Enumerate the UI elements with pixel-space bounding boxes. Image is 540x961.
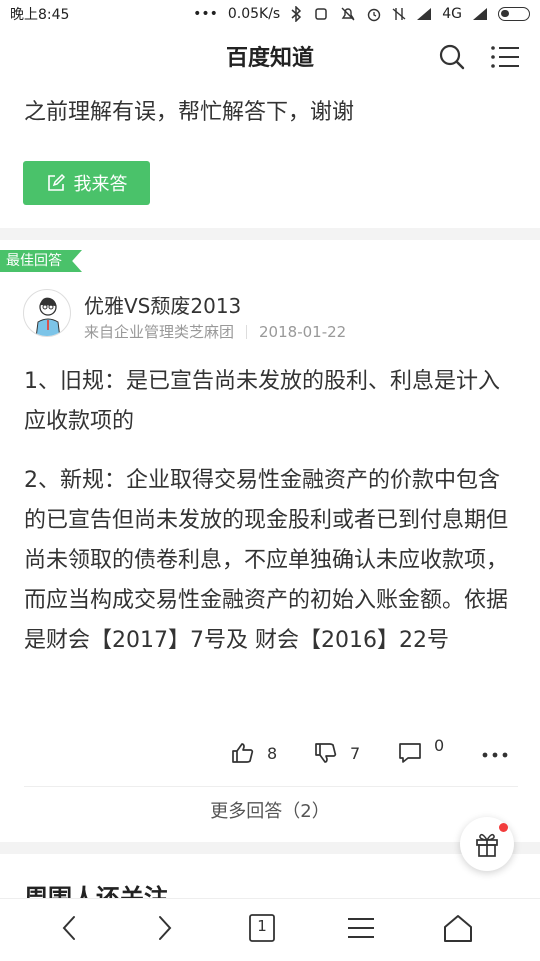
alarm-icon <box>368 8 381 22</box>
dislike-button[interactable]: 7 <box>314 741 360 765</box>
bluetooth-icon <box>291 6 302 22</box>
avatar-illustration <box>35 297 61 336</box>
forward-icon[interactable] <box>146 913 182 943</box>
thumbs-down-icon <box>315 743 337 763</box>
search-icon[interactable] <box>438 43 466 71</box>
notification-dot <box>499 823 508 832</box>
comment-count: 0 <box>434 735 445 755</box>
answer-button-label: 我来答 <box>73 174 128 195</box>
like-button[interactable]: 8 <box>231 741 277 765</box>
tab-count: 1 <box>257 917 267 935</box>
network-type: 4G <box>442 6 462 22</box>
best-answer-tag: 最佳回答 <box>0 250 82 272</box>
more-dots-icon: ••• <box>193 6 218 22</box>
status-bar: 晚上8:45 ••• 0.05K/s 4G <box>0 0 540 28</box>
answer-date: 2018-01-22 <box>259 322 347 341</box>
related-section-title: 周围人还关注 <box>24 884 168 898</box>
section-divider <box>0 228 540 240</box>
signal-icon <box>417 8 432 20</box>
answer-paragraph-2: 2、新规：企业取得交易性金融资产的价款中包含的已宣告但尚未发放的现金股利或者已到… <box>24 468 509 653</box>
meta-separator <box>246 324 248 339</box>
comment-button[interactable]: 0 <box>398 736 444 765</box>
menu-icon[interactable] <box>490 43 520 71</box>
battery-icon <box>498 7 530 21</box>
dislike-count: 7 <box>350 743 361 763</box>
status-icons: ••• 0.05K/s 4G <box>193 6 530 22</box>
answer-actions: 8 7 0 <box>0 735 540 775</box>
app-header: 百度知道 <box>0 28 540 84</box>
gift-button[interactable] <box>460 817 514 871</box>
answer-source[interactable]: 来自企业管理类芝麻团 <box>84 321 234 342</box>
data-off-icon <box>392 8 406 20</box>
tabs-button[interactable]: 1 <box>244 913 280 943</box>
actions-divider <box>24 786 518 787</box>
username[interactable]: 优雅VS颓废2013 <box>84 290 241 319</box>
more-dots-horizontal-icon <box>482 752 508 758</box>
hamburger-menu-icon[interactable] <box>343 913 379 943</box>
network-speed: 0.05K/s <box>227 6 281 22</box>
mute-icon <box>341 7 355 21</box>
bottom-navigation: 1 <box>0 898 540 961</box>
comment-icon <box>399 743 421 763</box>
answer-meta: 来自企业管理类芝麻团 2018-01-22 <box>84 321 346 342</box>
answer-paragraph-1: 1、旧规：是已宣告尚未发放的股利、利息是计入应收款项的 <box>24 369 500 434</box>
vibrate-icon <box>315 8 327 20</box>
signal-icon-2 <box>473 8 487 20</box>
section-divider-2 <box>0 842 540 854</box>
avatar[interactable] <box>23 289 71 337</box>
more-answers-link[interactable]: 更多回答（2） <box>0 797 540 823</box>
status-time: 晚上8:45 <box>10 7 70 23</box>
thumbs-up-icon <box>232 743 254 763</box>
home-icon[interactable] <box>440 913 476 943</box>
question-text: 之前理解有误，帮忙解答下，谢谢 <box>24 100 355 125</box>
more-options-button[interactable] <box>482 743 508 763</box>
back-icon[interactable] <box>52 913 88 943</box>
edit-icon <box>47 173 65 191</box>
like-count: 8 <box>267 743 278 763</box>
answer-button[interactable]: 我来答 <box>23 161 150 205</box>
page-title: 百度知道 <box>225 46 314 71</box>
